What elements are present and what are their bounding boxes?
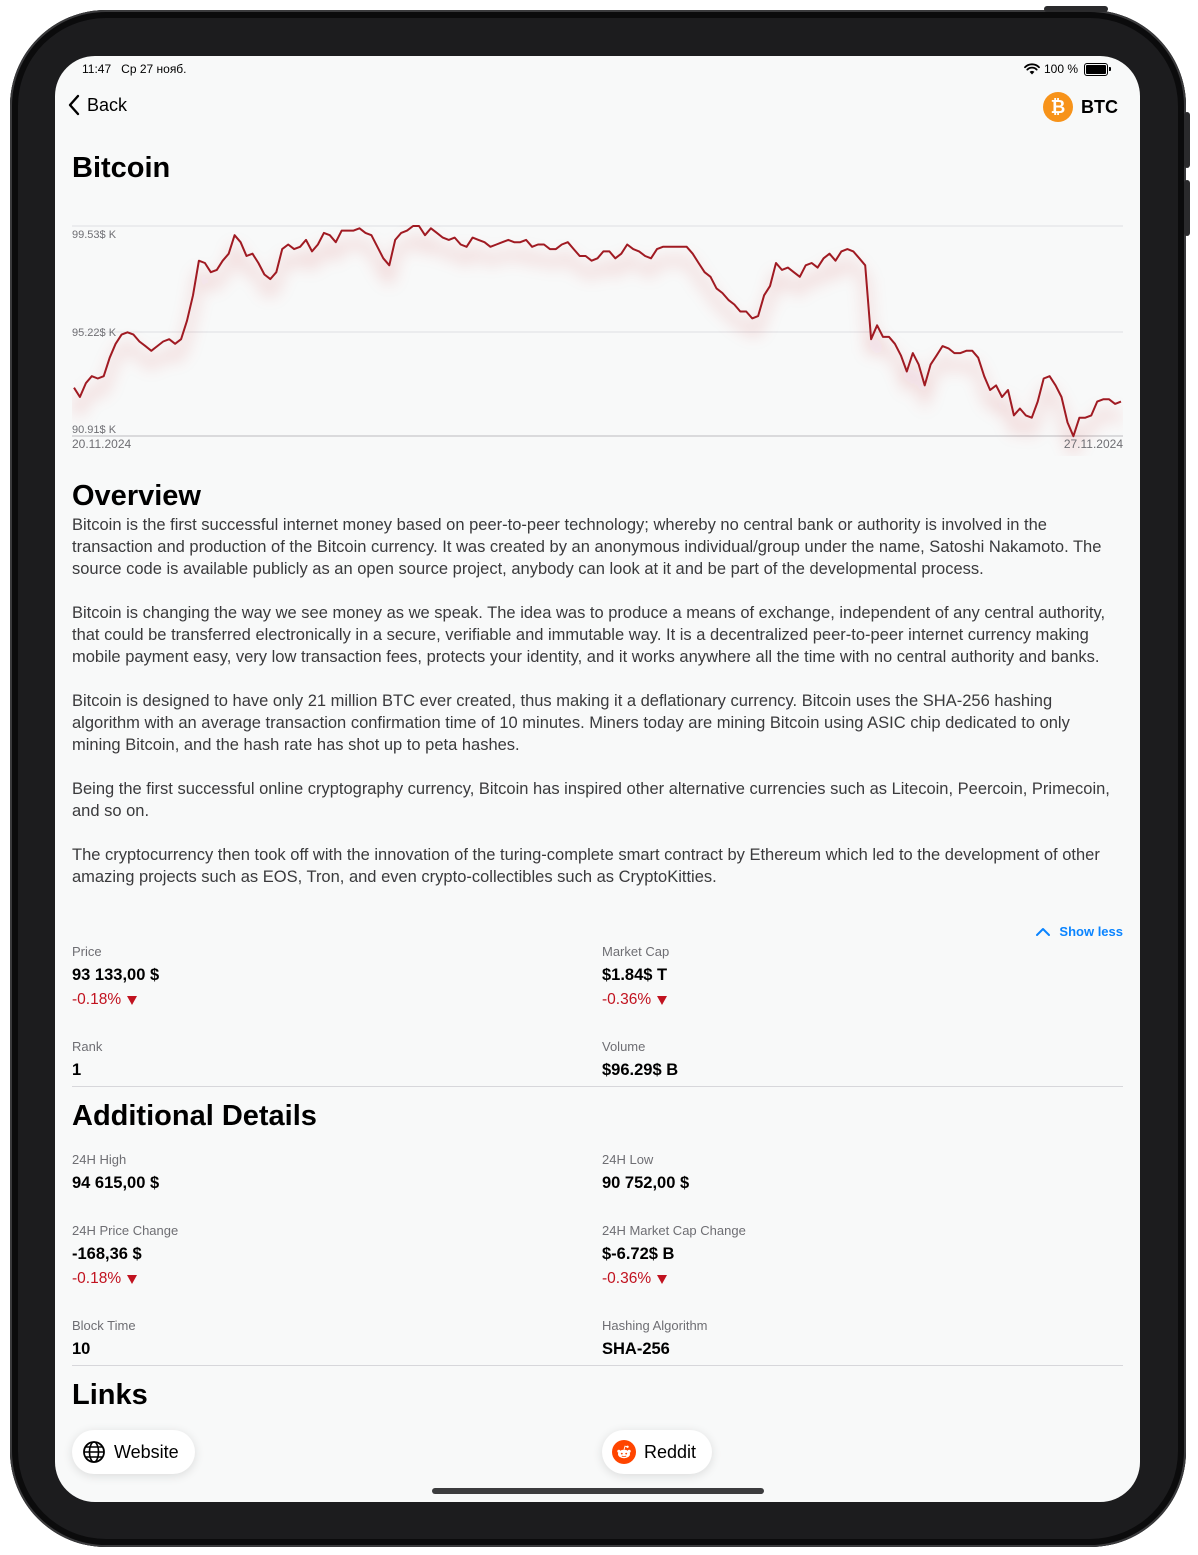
price-change: -0.18% [72, 991, 159, 1009]
y-tick-label: 90.91$ K [72, 424, 117, 436]
bitcoin-logo-icon: ₿ [1043, 92, 1073, 122]
market-cap-stat: Market Cap $1.84$ T -0.36% [602, 944, 669, 1009]
rank-value: 1 [72, 1061, 82, 1079]
hashing-stat: Hashing Algorithm SHA-256 [602, 1318, 708, 1359]
rank-label: Rank [72, 1039, 103, 1054]
website-button[interactable]: Website [72, 1430, 195, 1474]
price-chart: 99.53$ K 95.22$ K 90.91$ K [72, 225, 1123, 456]
status-right: 100 % [1024, 62, 1111, 76]
low-24h-stat: 24H Low 90 752,00 $ [602, 1152, 689, 1193]
section-divider [72, 1086, 1123, 1087]
overview-paragraph: Bitcoin is designed to have only 21 mill… [72, 692, 1070, 754]
website-label: Website [114, 1441, 179, 1462]
block-time-value: 10 [72, 1340, 91, 1358]
market-cap-change: -0.36% [602, 991, 669, 1009]
x-axis-end-label: 27.11.2024 [1063, 437, 1123, 451]
wifi-icon [1024, 63, 1040, 75]
status-bar: 11:47 Ср 27 нояб. 100 % [82, 62, 1111, 78]
price-change-24h-percent: -0.18% [72, 1270, 178, 1288]
price-label: Price [72, 944, 102, 959]
market-cap-label: Market Cap [602, 944, 670, 959]
price-change-24h-stat: 24H Price Change -168,36 $ -0.18% [72, 1223, 178, 1288]
overview-paragraph: The cryptocurrency then took off with th… [72, 846, 1100, 886]
mcap-change-24h-label: 24H Market Cap Change [602, 1223, 746, 1238]
price-change-text: -0.18% [72, 991, 122, 1008]
battery-icon [1084, 62, 1111, 76]
volume-label: Volume [602, 1039, 646, 1054]
reddit-button[interactable]: Reddit [602, 1430, 713, 1474]
page-title: Bitcoin [72, 152, 171, 184]
price-stat: Price 93 133,00 $ -0.18% [72, 944, 159, 1009]
volume-up-button [1184, 112, 1190, 168]
coin-header: ₿ BTC [1043, 92, 1118, 122]
triangle-down-icon [657, 1274, 668, 1284]
y-tick-label: 99.53$ K [72, 229, 117, 241]
mcap-change-24h-percent-text: -0.36% [602, 1270, 652, 1287]
status-time: 11:47 [82, 62, 112, 76]
overview-paragraph: Bitcoin is the first successful internet… [72, 516, 1102, 578]
price-value: 93 133,00 $ [72, 966, 160, 984]
battery-percent: 100 % [1043, 62, 1078, 76]
overview-paragraph: Being the first successful online crypto… [72, 780, 1110, 820]
triangle-down-icon [127, 1274, 138, 1284]
y-tick-label: 95.22$ K [72, 327, 117, 339]
globe-icon [83, 1441, 105, 1463]
hashing-value: SHA-256 [602, 1340, 670, 1358]
overview-paragraph: Bitcoin is changing the way we see money… [72, 604, 1106, 666]
power-button [1044, 6, 1108, 12]
home-indicator [432, 1488, 764, 1494]
low-24h-value: 90 752,00 $ [602, 1174, 690, 1192]
market-cap-change-text: -0.36% [602, 991, 652, 1008]
overview-text: Bitcoin is the first successful internet… [72, 514, 1123, 910]
market-cap-value: $1.84$ T [602, 966, 668, 984]
volume-stat: Volume $96.29$ B [602, 1039, 678, 1080]
chevron-left-icon [68, 94, 80, 116]
show-less-button[interactable]: Show less [1035, 924, 1123, 939]
status-time-date: 11:47 Ср 27 нояб. [82, 62, 187, 76]
reddit-label: Reddit [644, 1441, 697, 1462]
high-24h-label: 24H High [72, 1152, 127, 1167]
screen: 11:47 Ср 27 нояб. 100 % Back ₿ BTC Bitco… [55, 56, 1140, 1502]
price-change-24h-value: -168,36 $ [72, 1245, 142, 1263]
triangle-down-icon [657, 995, 668, 1005]
back-label: Back [87, 94, 128, 115]
price-change-24h-percent-text: -0.18% [72, 1270, 122, 1287]
links-title: Links [72, 1379, 148, 1411]
price-change-24h-label: 24H Price Change [72, 1223, 179, 1238]
rank-stat: Rank 1 [72, 1039, 102, 1080]
block-time-stat: Block Time 10 [72, 1318, 136, 1359]
reddit-icon [612, 1440, 636, 1464]
chart-line-shadow [72, 237, 1123, 456]
additional-details-title: Additional Details [72, 1100, 317, 1132]
triangle-down-icon [127, 995, 138, 1005]
section-divider [72, 1365, 1123, 1366]
volume-value: $96.29$ B [602, 1061, 679, 1079]
show-less-label: Show less [1059, 924, 1123, 939]
overview-title: Overview [72, 480, 201, 512]
mcap-change-24h-value: $-6.72$ B [602, 1245, 675, 1263]
coin-symbol: BTC [1081, 96, 1118, 117]
back-button[interactable]: Back [67, 94, 127, 116]
navigation-bar: Back ₿ BTC [67, 92, 1118, 122]
low-24h-label: 24H Low [602, 1152, 654, 1167]
block-time-label: Block Time [72, 1318, 136, 1333]
volume-down-button [1184, 180, 1190, 236]
mcap-change-24h-stat: 24H Market Cap Change $-6.72$ B -0.36% [602, 1223, 746, 1288]
mcap-change-24h-percent: -0.36% [602, 1270, 746, 1288]
hashing-label: Hashing Algorithm [602, 1318, 708, 1333]
x-axis-start-label: 20.11.2024 [72, 437, 132, 451]
status-date: Ср 27 нояб. [121, 62, 187, 76]
chevron-up-icon [1036, 927, 1051, 936]
high-24h-stat: 24H High 94 615,00 $ [72, 1152, 159, 1193]
high-24h-value: 94 615,00 $ [72, 1174, 160, 1192]
